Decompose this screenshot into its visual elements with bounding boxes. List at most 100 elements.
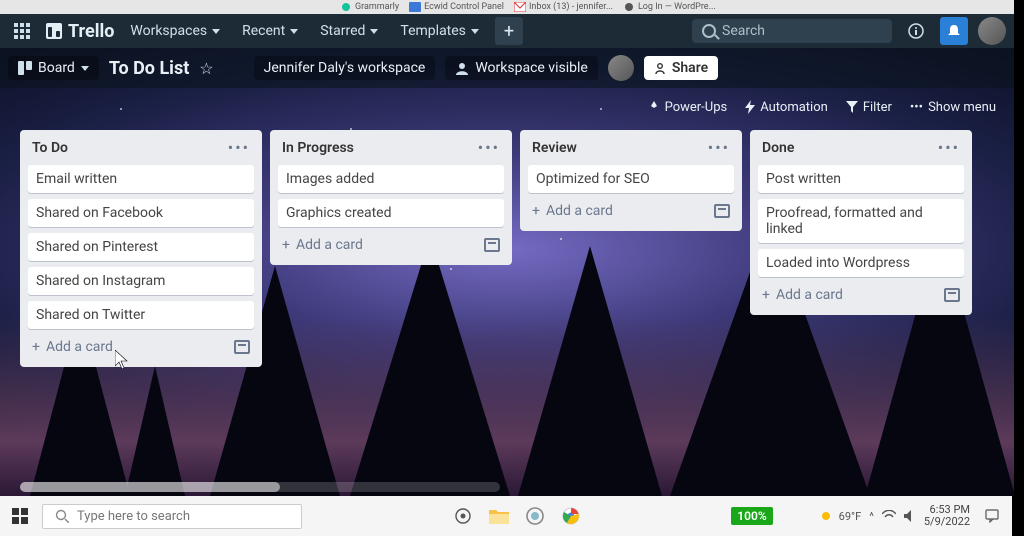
list-menu-button[interactable]: ••• <box>228 138 250 157</box>
taskbar-app[interactable] <box>521 502 549 530</box>
card[interactable]: Post written <box>758 165 964 193</box>
add-card-button[interactable]: +Add a card <box>282 237 363 253</box>
search-placeholder: Search <box>722 23 765 39</box>
trello-logomark-icon <box>46 23 62 39</box>
taskbar-clock[interactable]: 6:53 PM5/9/2022 <box>924 504 970 528</box>
card-template-button[interactable] <box>234 340 250 354</box>
list-title[interactable]: To Do <box>32 140 68 156</box>
list-menu-button[interactable]: ••• <box>938 138 960 157</box>
filter-button[interactable]: Filter <box>846 100 892 115</box>
list-title[interactable]: In Progress <box>282 140 354 156</box>
browser-tab[interactable]: Grammarly <box>340 1 399 13</box>
member-avatar[interactable] <box>608 55 634 81</box>
add-card-button[interactable]: +Add a card <box>762 287 843 303</box>
share-label: Share <box>672 60 708 76</box>
chat-icon <box>985 509 999 523</box>
taskbar-app-explorer[interactable] <box>485 502 513 530</box>
create-button[interactable]: + <box>495 17 523 45</box>
taskbar-search[interactable]: Type here to search <box>42 504 302 529</box>
user-avatar[interactable] <box>978 17 1006 45</box>
tab-label: Log In — WordPre... <box>638 2 716 12</box>
list-todo: To Do ••• Email written Shared on Faceboo… <box>20 130 262 367</box>
automation-label: Automation <box>760 100 828 115</box>
browser-tab-strip: Grammarly Ecwid Control Panel Inbox (13)… <box>0 0 1014 14</box>
card[interactable]: Shared on Instagram <box>28 267 254 295</box>
apps-grid-icon[interactable] <box>8 17 36 45</box>
card[interactable]: Email written <box>28 165 254 193</box>
card[interactable]: Proofread, formatted and linked <box>758 199 964 243</box>
browser-tab[interactable]: Inbox (13) - jennifer... <box>514 1 613 13</box>
star-button[interactable]: ☆ <box>199 59 213 78</box>
notification-center[interactable] <box>978 502 1006 530</box>
board-header: Board To Do List ☆ Jennifer Daly's works… <box>0 48 1014 88</box>
workspace-name[interactable]: Jennifer Daly's workspace <box>254 56 436 80</box>
trello-topnav: Trello Workspaces Recent Starred Templat… <box>0 14 1014 48</box>
card[interactable]: Shared on Twitter <box>28 301 254 329</box>
search-input[interactable]: Search <box>692 19 892 43</box>
weather-widget[interactable]: 69°F <box>819 509 862 523</box>
visibility-button[interactable]: Workspace visible <box>445 56 597 80</box>
info-icon[interactable] <box>902 17 930 45</box>
share-button[interactable]: Share <box>644 56 718 80</box>
taskbar-app[interactable] <box>449 502 477 530</box>
board-horizontal-scrollbar[interactable] <box>20 482 500 492</box>
card[interactable]: Optimized for SEO <box>528 165 734 193</box>
board-title[interactable]: To Do List <box>109 58 189 79</box>
mail-icon <box>409 1 421 13</box>
nav-label: Templates <box>400 23 466 39</box>
card-template-button[interactable] <box>484 238 500 252</box>
powerups-button[interactable]: Power-Ups <box>648 100 728 115</box>
tab-label: Inbox (13) - jennifer... <box>529 2 613 12</box>
volume-icon[interactable] <box>904 510 916 522</box>
filter-label: Filter <box>863 100 892 115</box>
view-label: Board <box>38 60 75 76</box>
taskbar-app-chrome[interactable] <box>557 502 585 530</box>
list-menu-button[interactable]: ••• <box>708 138 730 157</box>
automation-button[interactable]: Automation <box>745 100 828 115</box>
show-menu-button[interactable]: ••• Show menu <box>910 100 996 115</box>
chevron-down-icon <box>290 29 298 34</box>
list-title[interactable]: Done <box>762 140 794 156</box>
notifications-button[interactable] <box>940 17 968 45</box>
people-icon <box>455 61 469 75</box>
sun-icon <box>819 509 833 523</box>
nav-label: Workspaces <box>130 23 207 39</box>
trello-logo[interactable]: Trello <box>46 21 114 42</box>
card[interactable]: Loaded into Wordpress <box>758 249 964 277</box>
nav-workspaces[interactable]: Workspaces <box>124 19 226 43</box>
nav-starred[interactable]: Starred <box>314 19 384 43</box>
view-switch-board[interactable]: Board <box>8 56 99 80</box>
start-button[interactable] <box>6 502 34 530</box>
card[interactable]: Graphics created <box>278 199 504 227</box>
nav-templates[interactable]: Templates <box>394 19 485 43</box>
add-card-button[interactable]: +Add a card <box>32 339 113 355</box>
card[interactable]: Shared on Pinterest <box>28 233 254 261</box>
list-title[interactable]: Review <box>532 140 577 156</box>
windows-icon <box>12 508 28 524</box>
plus-icon: + <box>762 287 770 303</box>
list-menu-button[interactable]: ••• <box>478 138 500 157</box>
card-template-button[interactable] <box>714 204 730 218</box>
card[interactable]: Images added <box>278 165 504 193</box>
plus-icon: + <box>282 237 290 253</box>
powerups-label: Power-Ups <box>665 100 728 115</box>
chevron-down-icon <box>212 29 220 34</box>
show-menu-label: Show menu <box>928 100 996 115</box>
browser-tab[interactable]: Log In — WordPre... <box>623 1 716 13</box>
tray-expand[interactable]: ^ <box>869 510 874 523</box>
battery-indicator[interactable]: 100% <box>731 507 772 525</box>
nav-recent[interactable]: Recent <box>236 19 304 43</box>
ellipsis-icon: ••• <box>910 100 923 115</box>
mouse-cursor-icon <box>115 350 129 374</box>
search-placeholder: Type here to search <box>77 509 190 524</box>
card[interactable]: Shared on Facebook <box>28 199 254 227</box>
card-template-button[interactable] <box>944 288 960 302</box>
folder-icon <box>489 508 509 524</box>
browser-tab[interactable]: Ecwid Control Panel <box>409 1 504 13</box>
gear-icon <box>454 507 472 525</box>
chevron-down-icon <box>471 29 479 34</box>
add-card-button[interactable]: +Add a card <box>532 203 613 219</box>
share-icon <box>654 62 666 74</box>
chevron-down-icon <box>370 29 378 34</box>
wifi-icon[interactable] <box>882 510 896 522</box>
